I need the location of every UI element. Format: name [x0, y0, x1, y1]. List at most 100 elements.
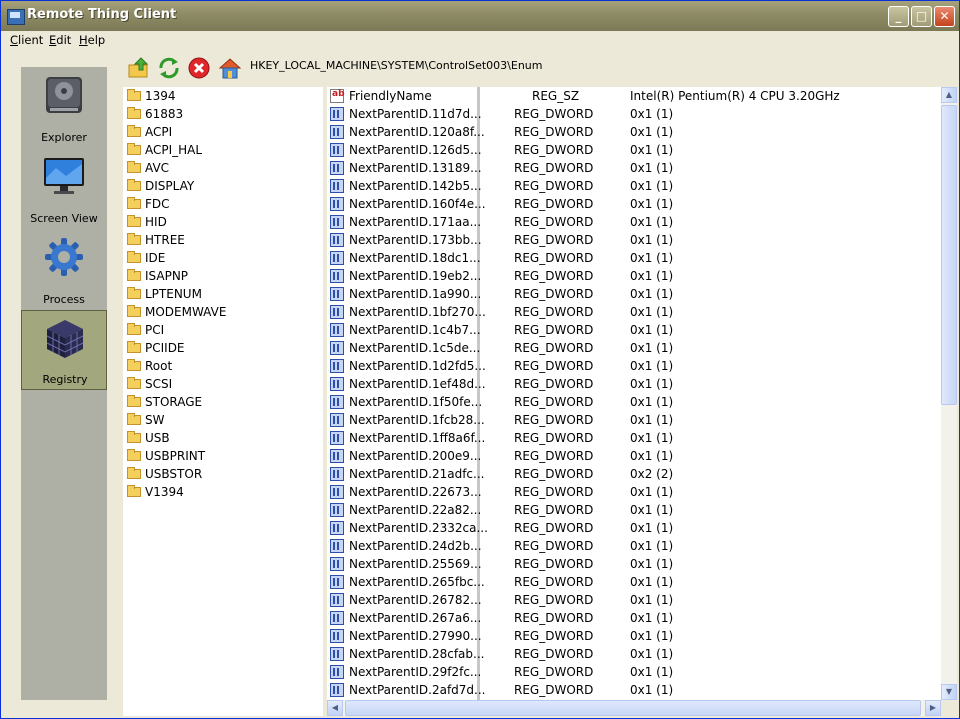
- horizontal-scroll-thumb[interactable]: [345, 700, 921, 716]
- value-type: REG_DWORD: [514, 359, 594, 373]
- table-row[interactable]: NextParentID.2332ca... REG_DWORD 0x1 (1): [327, 519, 941, 537]
- table-row[interactable]: NextParentID.1c5de... REG_DWORD 0x1 (1): [327, 339, 941, 357]
- registry-path: HKEY_LOCAL_MACHINE\SYSTEM\ControlSet003\…: [250, 59, 543, 72]
- table-row[interactable]: FriendlyName REG_SZ Intel(R) Pentium(R) 4 …: [327, 87, 941, 105]
- table-row[interactable]: NextParentID.29f2fc... REG_DWORD 0x1 (1): [327, 663, 941, 681]
- table-row[interactable]: NextParentID.22a82... REG_DWORD 0x1 (1): [327, 501, 941, 519]
- stop-icon[interactable]: [187, 56, 211, 80]
- binary-value-icon: [330, 107, 344, 121]
- table-row[interactable]: NextParentID.1fcb28... REG_DWORD 0x1 (1): [327, 411, 941, 429]
- table-row[interactable]: NextParentID.1d2fd5... REG_DWORD 0x1 (1): [327, 357, 941, 375]
- sidebar-item-process[interactable]: Process: [21, 229, 107, 309]
- value-name: NextParentID.24d2b...: [349, 539, 482, 553]
- binary-value-icon: [330, 179, 344, 193]
- minimize-button[interactable]: _: [888, 6, 909, 27]
- table-row[interactable]: NextParentID.1ef48d... REG_DWORD 0x1 (1): [327, 375, 941, 393]
- value-data: 0x1 (1): [630, 521, 674, 535]
- value-name: NextParentID.265fbc...: [349, 575, 485, 589]
- size-grip[interactable]: [943, 702, 957, 716]
- table-row[interactable]: NextParentID.1c4b7... REG_DWORD 0x1 (1): [327, 321, 941, 339]
- table-row[interactable]: NextParentID.200e9... REG_DWORD 0x1 (1): [327, 447, 941, 465]
- folder-icon: [127, 107, 141, 119]
- table-row[interactable]: NextParentID.24d2b... REG_DWORD 0x1 (1): [327, 537, 941, 555]
- table-row[interactable]: NextParentID.13189... REG_DWORD 0x1 (1): [327, 159, 941, 177]
- folder-icon: [127, 197, 141, 209]
- value-type: REG_DWORD: [514, 377, 594, 391]
- table-row[interactable]: NextParentID.120a8f... REG_DWORD 0x1 (1): [327, 123, 941, 141]
- binary-value-icon: [330, 269, 344, 283]
- value-data: 0x1 (1): [630, 305, 674, 319]
- value-type: REG_DWORD: [514, 143, 594, 157]
- table-row[interactable]: NextParentID.1f50fe... REG_DWORD 0x1 (1): [327, 393, 941, 411]
- value-type: REG_DWORD: [514, 449, 594, 463]
- vertical-scrollbar[interactable]: ▲ ▼: [941, 87, 957, 700]
- value-data: 0x1 (1): [630, 377, 674, 391]
- table-row[interactable]: NextParentID.27990... REG_DWORD 0x1 (1): [327, 627, 941, 645]
- vertical-scroll-thumb[interactable]: [941, 105, 957, 405]
- scroll-up-button[interactable]: ▲: [941, 87, 957, 103]
- folder-icon: [127, 269, 141, 281]
- table-row[interactable]: NextParentID.142b5... REG_DWORD 0x1 (1): [327, 177, 941, 195]
- menu-edit[interactable]: Edit: [49, 33, 71, 47]
- value-name: NextParentID.120a8f...: [349, 125, 485, 139]
- table-row[interactable]: NextParentID.173bb... REG_DWORD 0x1 (1): [327, 231, 941, 249]
- table-row[interactable]: NextParentID.265fbc... REG_DWORD 0x1 (1): [327, 573, 941, 591]
- table-row[interactable]: NextParentID.267a6... REG_DWORD 0x1 (1): [327, 609, 941, 627]
- close-button[interactable]: ✕: [934, 6, 955, 27]
- sidebar-item-explorer[interactable]: Explorer: [21, 67, 107, 147]
- table-row[interactable]: NextParentID.2afd7d... REG_DWORD 0x1 (1): [327, 681, 941, 699]
- sidebar-item-screen-view[interactable]: Screen View: [21, 148, 107, 228]
- table-row[interactable]: NextParentID.21adfc... REG_DWORD 0x2 (2): [327, 465, 941, 483]
- value-type: REG_DWORD: [514, 683, 594, 697]
- table-row[interactable]: NextParentID.171aa... REG_DWORD 0x1 (1): [327, 213, 941, 231]
- scroll-left-button[interactable]: ◀: [327, 700, 343, 716]
- value-name: NextParentID.2332ca...: [349, 521, 488, 535]
- value-data: 0x1 (1): [630, 197, 674, 211]
- horizontal-scrollbar[interactable]: ◀ ▶: [327, 700, 941, 716]
- maximize-button[interactable]: □: [911, 6, 932, 27]
- value-data: 0x1 (1): [630, 449, 674, 463]
- value-data: 0x1 (1): [630, 233, 674, 247]
- value-name: NextParentID.1ef48d...: [349, 377, 486, 391]
- value-name: NextParentID.27990...: [349, 629, 482, 643]
- value-type: REG_DWORD: [514, 575, 594, 589]
- table-row[interactable]: NextParentID.1ff8a6f... REG_DWORD 0x1 (1): [327, 429, 941, 447]
- scroll-down-button[interactable]: ▼: [941, 684, 957, 700]
- binary-value-icon: [330, 323, 344, 337]
- up-folder-icon[interactable]: [127, 56, 151, 80]
- value-type: REG_DWORD: [514, 665, 594, 679]
- value-data: 0x1 (1): [630, 143, 674, 157]
- binary-value-icon: [330, 305, 344, 319]
- scroll-right-button[interactable]: ▶: [925, 700, 941, 716]
- table-row[interactable]: NextParentID.11d7d... REG_DWORD 0x1 (1): [327, 105, 941, 123]
- home-icon[interactable]: [218, 56, 242, 80]
- binary-value-icon: [330, 521, 344, 535]
- value-type: REG_DWORD: [514, 125, 594, 139]
- table-row[interactable]: NextParentID.19eb2... REG_DWORD 0x1 (1): [327, 267, 941, 285]
- menu-client[interactable]: Client: [10, 33, 43, 47]
- value-type: REG_DWORD: [514, 647, 594, 661]
- table-row[interactable]: NextParentID.126d5... REG_DWORD 0x1 (1): [327, 141, 941, 159]
- value-name: NextParentID.200e9...: [349, 449, 482, 463]
- table-row[interactable]: NextParentID.28cfab... REG_DWORD 0x1 (1): [327, 645, 941, 663]
- table-row[interactable]: NextParentID.25569... REG_DWORD 0x1 (1): [327, 555, 941, 573]
- table-row[interactable]: NextParentID.1bf270... REG_DWORD 0x1 (1): [327, 303, 941, 321]
- sidebar-item-label: Explorer: [41, 131, 87, 144]
- binary-value-icon: [330, 557, 344, 571]
- value-type: REG_DWORD: [514, 341, 594, 355]
- value-name: NextParentID.126d5...: [349, 143, 482, 157]
- table-row[interactable]: NextParentID.18dc1... REG_DWORD 0x1 (1): [327, 249, 941, 267]
- value-name: NextParentID.160f4e...: [349, 197, 486, 211]
- refresh-icon[interactable]: [157, 56, 181, 80]
- table-row[interactable]: NextParentID.26782... REG_DWORD 0x1 (1): [327, 591, 941, 609]
- table-row[interactable]: NextParentID.160f4e... REG_DWORD 0x1 (1): [327, 195, 941, 213]
- title-bar[interactable]: Remote Thing Client _ □ ✕: [1, 1, 959, 31]
- sidebar-item-registry[interactable]: Registry: [21, 310, 107, 390]
- menu-help[interactable]: Help: [79, 33, 105, 47]
- value-data: 0x1 (1): [630, 629, 674, 643]
- window-title: Remote Thing Client: [27, 7, 177, 22]
- table-row[interactable]: NextParentID.1a990... REG_DWORD 0x1 (1): [327, 285, 941, 303]
- value-type: REG_DWORD: [514, 179, 594, 193]
- table-row[interactable]: NextParentID.22673... REG_DWORD 0x1 (1): [327, 483, 941, 501]
- binary-value-icon: [330, 215, 344, 229]
